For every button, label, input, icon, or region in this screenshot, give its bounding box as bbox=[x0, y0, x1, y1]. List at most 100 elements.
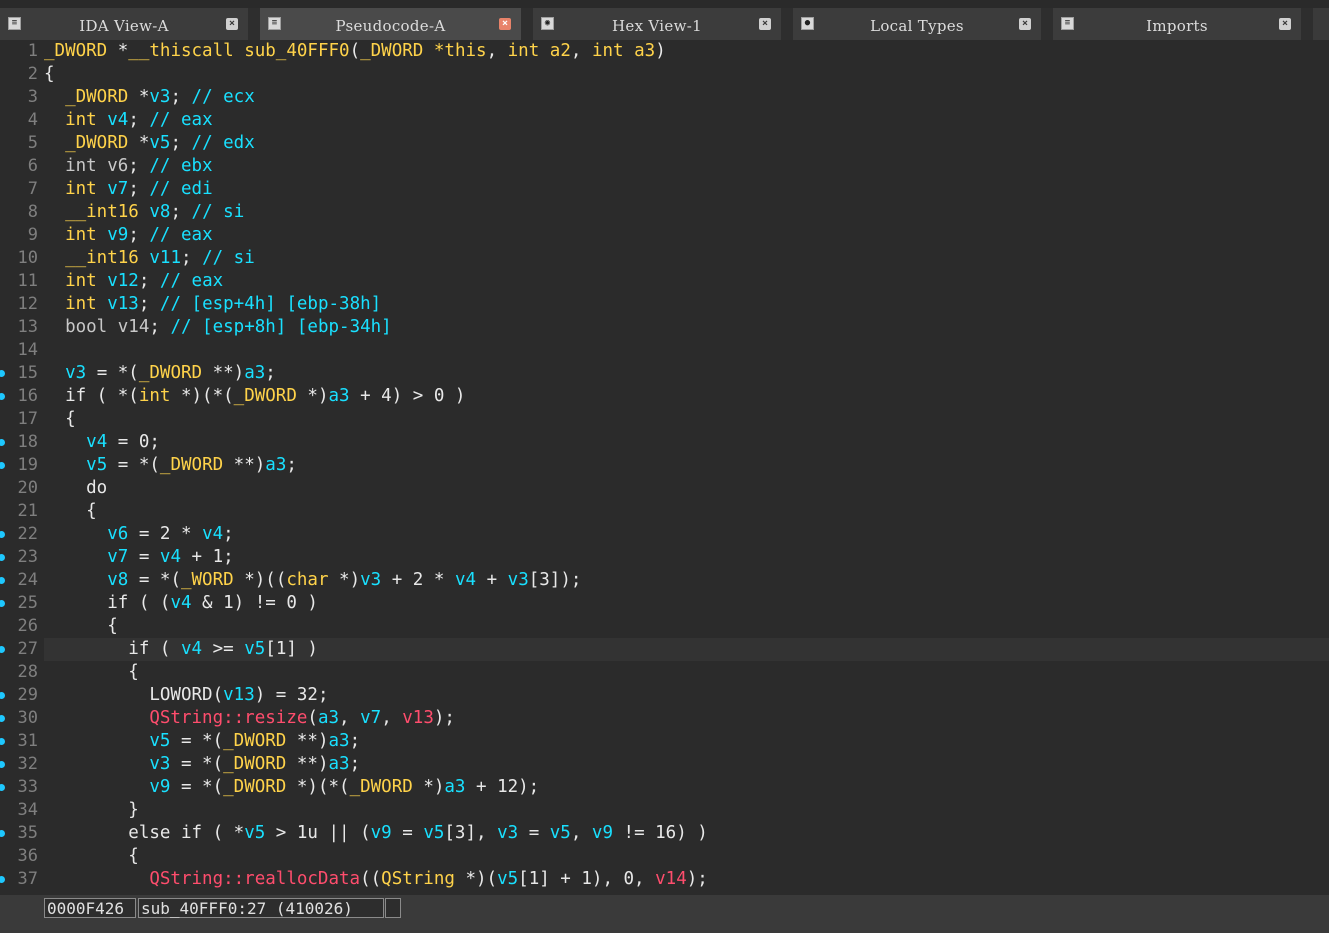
code-line[interactable]: 36 { bbox=[0, 845, 1329, 868]
code-token: int bbox=[65, 225, 97, 245]
code-line[interactable]: 20 do bbox=[0, 477, 1329, 500]
code-line[interactable]: 37 QString::reallocData((QString *)(v5[1… bbox=[0, 868, 1329, 891]
code-line[interactable]: 28 { bbox=[0, 661, 1329, 684]
code-text: int v7; // edi bbox=[44, 178, 1329, 201]
code-token: LOWORD( bbox=[44, 685, 224, 705]
code-token: v3 bbox=[497, 823, 519, 843]
code-line[interactable]: 2{ bbox=[0, 63, 1329, 86]
close-icon[interactable]: × bbox=[1019, 18, 1031, 30]
code-token: // edi bbox=[149, 179, 213, 199]
line-number: 32 bbox=[17, 754, 38, 774]
line-number: 33 bbox=[17, 777, 38, 797]
code-line[interactable]: 12 int v13; // [esp+4h] [ebp-38h] bbox=[0, 293, 1329, 316]
code-line[interactable]: 26 { bbox=[0, 615, 1329, 638]
code-token: do bbox=[44, 478, 108, 498]
code-token: != 16) ) bbox=[613, 823, 708, 843]
code-line[interactable]: 1 _DWORD *__thiscall sub_40FFF0(_DWORD *t… bbox=[0, 40, 1329, 63]
close-icon[interactable]: × bbox=[226, 18, 238, 30]
code-line[interactable]: 18 v4 = 0; bbox=[0, 431, 1329, 454]
code-token: int bbox=[507, 41, 540, 61]
code-token: a3 bbox=[244, 363, 266, 383]
code-token: + bbox=[476, 570, 508, 590]
code-line[interactable]: 17 { bbox=[0, 408, 1329, 431]
code-token: ; bbox=[286, 455, 297, 475]
code-line[interactable]: 9 int v9; // eax bbox=[0, 224, 1329, 247]
tab-hex-view-1[interactable]: ◉ Hex View-1 × bbox=[533, 8, 793, 40]
code-token: v4 bbox=[159, 547, 181, 567]
code-token: ; bbox=[265, 363, 276, 383]
code-text: __int16 v11; // si bbox=[44, 247, 1329, 270]
code-line[interactable]: 35 else if ( *v5 > 1u || (v9 = v5[3], v3… bbox=[0, 822, 1329, 845]
close-icon[interactable]: × bbox=[759, 18, 771, 30]
code-line[interactable]: 29 LOWORD(v13) = 32; bbox=[0, 684, 1329, 707]
code-line[interactable]: 10 __int16 v11; // si bbox=[0, 247, 1329, 270]
code-token: v3 bbox=[149, 87, 171, 107]
code-text: v6 = 2 * v4; bbox=[44, 523, 1329, 546]
close-icon[interactable]: × bbox=[499, 18, 511, 30]
code-line[interactable]: 19 v5 = *(_DWORD **)a3; bbox=[0, 454, 1329, 477]
code-text: v4 = 0; bbox=[44, 431, 1329, 454]
code-line[interactable]: 5 _DWORD *v5; // edx bbox=[0, 132, 1329, 155]
code-text: v3 = *(_DWORD **)a3; bbox=[44, 362, 1329, 385]
close-icon[interactable]: × bbox=[1279, 18, 1291, 30]
code-line[interactable]: 34 } bbox=[0, 799, 1329, 822]
line-number: 37 bbox=[17, 869, 38, 889]
code-line[interactable]: 33 v9 = *(_DWORD *)(*(_DWORD *)a3 + 12); bbox=[0, 776, 1329, 799]
code-line[interactable]: 15 v3 = *(_DWORD **)a3; bbox=[0, 362, 1329, 385]
code-line[interactable]: 24 v8 = *(_WORD *)((char *)v3 + 2 * v4 +… bbox=[0, 569, 1329, 592]
code-token: **) bbox=[286, 754, 329, 774]
code-line[interactable]: 31 v5 = *(_DWORD **)a3; bbox=[0, 730, 1329, 753]
code-token: a3 bbox=[317, 708, 340, 728]
tab-local-types[interactable]: ● Local Types × bbox=[793, 8, 1053, 40]
code-token: = *( bbox=[170, 731, 224, 751]
code-token: { bbox=[44, 846, 139, 866]
code-text: v5 = *(_DWORD **)a3; bbox=[44, 454, 1329, 477]
code-text: v7 = v4 + 1; bbox=[44, 546, 1329, 569]
line-number: 10 bbox=[17, 248, 38, 268]
code-line[interactable]: 27 if ( v4 >= v5[1] ) bbox=[0, 638, 1329, 661]
code-token: a3 bbox=[634, 41, 656, 61]
tab-pseudocode-a[interactable]: ≡ Pseudocode-A × bbox=[260, 8, 533, 40]
pseudocode-editor[interactable]: 1 _DWORD *__thiscall sub_40FFF0(_DWORD *t… bbox=[0, 40, 1329, 895]
code-text: v9 = *(_DWORD *)(*(_DWORD *)a3 + 12); bbox=[44, 776, 1329, 799]
line-number: 18 bbox=[17, 432, 38, 452]
code-line[interactable]: 16 if ( *(int *)(*(_DWORD *)a3 + 4) > 0 … bbox=[0, 385, 1329, 408]
code-line[interactable]: 32 v3 = *(_DWORD **)a3; bbox=[0, 753, 1329, 776]
code-line[interactable]: 22 v6 = 2 * v4; bbox=[0, 523, 1329, 546]
code-line[interactable]: 11 int v12; // eax bbox=[0, 270, 1329, 293]
code-token: **) bbox=[223, 455, 266, 475]
line-number: 5 bbox=[27, 133, 38, 153]
code-line[interactable]: 7 int v7; // edi bbox=[0, 178, 1329, 201]
code-line[interactable]: 25 if ( (v4 & 1) != 0 ) bbox=[0, 592, 1329, 615]
code-token: char bbox=[286, 570, 329, 590]
code-token: + 2 * bbox=[381, 570, 455, 590]
code-line[interactable]: 13 bool v14; // [esp+8h] [ebp-34h] bbox=[0, 316, 1329, 339]
code-line[interactable]: 30 QString::resize(a3, v7, v13); bbox=[0, 707, 1329, 730]
code-token: v5 bbox=[497, 869, 519, 889]
tab-ida-view-a[interactable]: ≡ IDA View-A × bbox=[0, 8, 260, 40]
line-number: 8 bbox=[27, 202, 38, 222]
code-line[interactable]: 3 _DWORD *v3; // ecx bbox=[0, 86, 1329, 109]
code-token: = 2 * bbox=[128, 524, 203, 544]
code-token: [1] + 1), 0, bbox=[518, 869, 656, 889]
code-token: + 1; bbox=[180, 547, 234, 567]
code-text: { bbox=[44, 408, 1329, 431]
tab-imports[interactable]: ≡ Imports × bbox=[1053, 8, 1313, 40]
code-line[interactable]: 14 bbox=[0, 339, 1329, 362]
code-text: { bbox=[44, 63, 1329, 86]
code-line[interactable]: 4 int v4; // eax bbox=[0, 109, 1329, 132]
code-line[interactable]: 21 { bbox=[0, 500, 1329, 523]
code-text: _DWORD *__thiscall sub_40FFF0(_DWORD *th… bbox=[44, 40, 1329, 63]
code-token: _DWORD bbox=[223, 754, 287, 774]
code-token: >= bbox=[202, 639, 245, 659]
code-line[interactable]: 8 __int16 v8; // si bbox=[0, 201, 1329, 224]
code-text: int v9; // eax bbox=[44, 224, 1329, 247]
code-line[interactable]: 6 int v6; // ebx bbox=[0, 155, 1329, 178]
code-line[interactable]: 23 v7 = v4 + 1; bbox=[0, 546, 1329, 569]
